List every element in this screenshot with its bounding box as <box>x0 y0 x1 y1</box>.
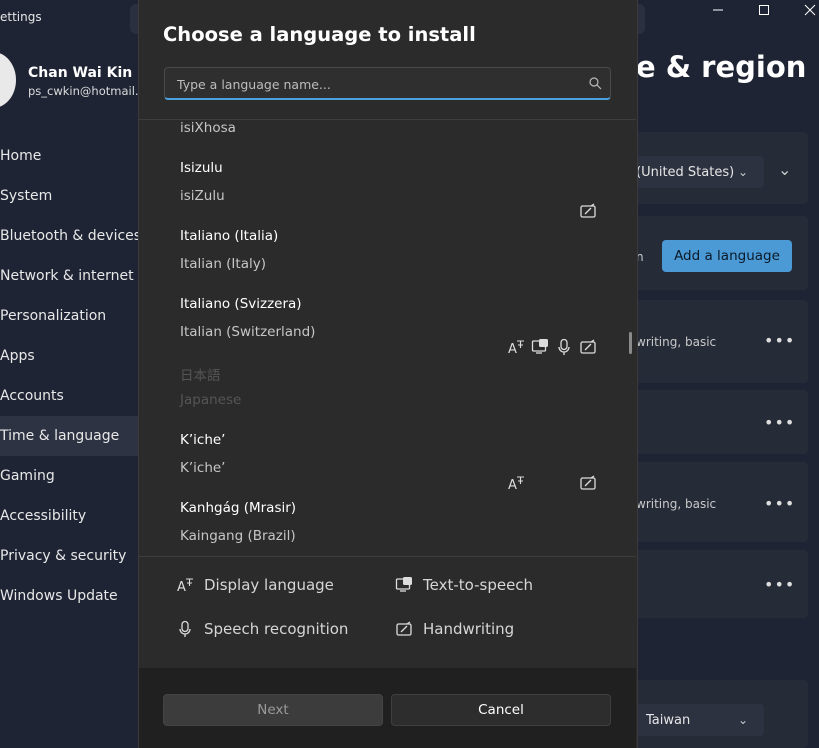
sidebar-item-privacy[interactable]: Privacy & security <box>0 536 138 576</box>
legend-label: Display language <box>204 576 334 594</box>
language-english-name: isiXhosa <box>180 120 236 136</box>
language-native-name: K’iche’ <box>180 432 226 448</box>
sidebar-item-windows-update[interactable]: Windows Update <box>0 576 138 616</box>
cancel-button[interactable]: Cancel <box>391 694 611 726</box>
language-search-input[interactable] <box>175 68 579 100</box>
legend-text-to-speech: Text-to-speech <box>395 576 533 594</box>
next-button[interactable]: Next <box>163 694 383 726</box>
chevron-down-icon: ⌄ <box>738 165 749 179</box>
sidebar-item-gaming[interactable]: Gaming <box>0 456 138 496</box>
list-item[interactable]: Italiano (Svizzera) Italian (Switzerland… <box>139 296 636 492</box>
language-native-name: Italiano (Svizzera) <box>180 296 302 312</box>
language-features-text: writing, basic <box>636 335 717 349</box>
sidebar-item-time-language[interactable]: Time & language <box>0 416 138 456</box>
list-item[interactable]: Isizulu isiZulu <box>139 160 636 228</box>
language-native-name: Isizulu <box>180 160 223 176</box>
legend-label: Handwriting <box>423 620 515 638</box>
more-options-icon[interactable]: ••• <box>764 413 795 432</box>
minimize-button[interactable] <box>695 0 741 20</box>
dialog-footer: Next Cancel <box>139 668 636 748</box>
expand-chevron-icon[interactable]: ⌄ <box>778 160 791 179</box>
language-english-name: Italian (Switzerland) <box>180 324 316 340</box>
list-item: 日本語 Japanese A <box>139 364 636 432</box>
region-select-value: (United States) <box>636 164 735 180</box>
sidebar-item-bluetooth[interactable]: Bluetooth & devices <box>0 216 141 256</box>
language-search-box[interactable] <box>164 67 611 100</box>
maximize-button[interactable] <box>741 0 787 20</box>
list-item[interactable]: isiXhosa <box>139 120 636 160</box>
windows-display-language-select[interactable]: (United States) ⌄ <box>636 156 764 188</box>
sidebar-item-system[interactable]: System <box>0 176 138 216</box>
sidebar-nav: Home System Bluetooth & devices Network … <box>0 136 141 616</box>
legend-label: Text-to-speech <box>423 576 534 594</box>
language-english-name: isiZulu <box>180 188 225 204</box>
language-english-name: Italian (Italy) <box>180 256 266 272</box>
language-features-text: writing, basic <box>636 497 717 511</box>
choose-language-dialog: Choose a language to install isiXhosa Is… <box>138 0 638 748</box>
more-options-icon[interactable]: ••• <box>764 331 795 350</box>
display-language-icon: A <box>177 578 193 594</box>
svg-text:A: A <box>177 580 186 594</box>
more-options-icon[interactable]: ••• <box>764 575 795 594</box>
language-english-name: K’iche’ <box>180 460 226 476</box>
list-item[interactable]: K’iche’ K’iche’ <box>139 432 636 500</box>
more-options-icon[interactable]: ••• <box>764 494 795 513</box>
dialog-title: Choose a language to install <box>163 23 476 46</box>
add-language-button[interactable]: Add a language <box>662 240 792 272</box>
legend-label: Speech recognition <box>204 620 349 638</box>
region-country-value: Taiwan <box>646 712 691 728</box>
close-icon <box>804 4 816 16</box>
close-window-button[interactable] <box>787 0 819 20</box>
app-title: ettings <box>0 10 42 24</box>
search-icon <box>589 77 602 90</box>
legend-display-language: A Display language <box>176 576 334 594</box>
divider <box>139 556 636 557</box>
maximize-icon <box>759 5 769 15</box>
handwriting-icon <box>580 203 596 218</box>
list-scrollbar[interactable] <box>629 332 632 354</box>
page-title: e & region <box>636 50 807 84</box>
list-item[interactable]: Italiano (Italia) Italian (Italy) A <box>139 228 636 356</box>
user-name: Chan Wai Kin <box>28 65 133 81</box>
user-email: ps_cwkin@hotmail.com <box>28 84 138 98</box>
sidebar-item-accessibility[interactable]: Accessibility <box>0 496 138 536</box>
sidebar-item-home[interactable]: Home <box>0 136 138 176</box>
chevron-down-icon: ⌄ <box>738 713 749 727</box>
speech-recognition-icon <box>179 620 191 637</box>
sidebar-item-network[interactable]: Network & internet <box>0 256 138 296</box>
language-english-name: Kaingang (Brazil) <box>180 528 296 544</box>
legend-handwriting: Handwriting <box>395 620 514 638</box>
language-english-name: Japanese <box>180 392 242 408</box>
language-native-name: 日本語 <box>180 368 221 384</box>
list-item[interactable]: Kanhgág (Mrasir) Kaingang (Brazil) <box>139 500 636 556</box>
handwriting-icon <box>396 621 412 636</box>
language-native-name: Kanhgág (Mrasir) <box>180 500 297 516</box>
sidebar-item-apps[interactable]: Apps <box>0 336 138 376</box>
language-list[interactable]: isiXhosa Isizulu isiZulu Italiano (Itali… <box>139 120 636 556</box>
sidebar-item-personalization[interactable]: Personalization <box>0 296 138 336</box>
region-country-select[interactable]: Taiwan ⌄ <box>636 704 764 736</box>
minimize-icon <box>713 9 723 11</box>
sidebar-item-accounts[interactable]: Accounts <box>0 376 138 416</box>
text-to-speech-icon <box>395 577 412 592</box>
legend-speech-recognition: Speech recognition <box>176 620 348 638</box>
language-native-name: Italiano (Italia) <box>180 228 279 244</box>
